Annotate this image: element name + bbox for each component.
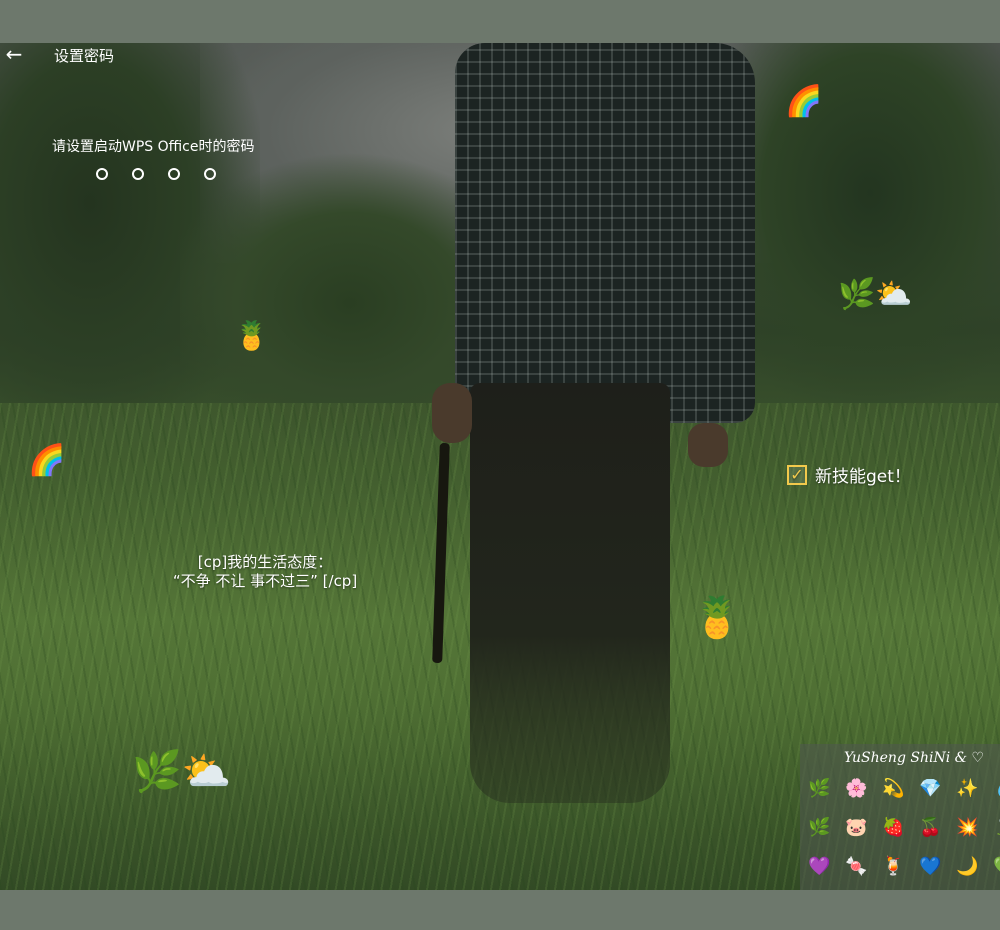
- password-dot: [204, 168, 216, 180]
- emoji-cell: 🌸: [845, 778, 868, 799]
- emoji-cell: 💥: [956, 817, 979, 838]
- bottom-frame: [0, 890, 1000, 930]
- emoji-cell: 🌿: [808, 817, 831, 838]
- leaf-cloud-icon: 🌿⛅: [132, 749, 232, 795]
- emoji-cell: 💧: [993, 778, 1000, 817]
- quote-line: [cp]我的生活态度：: [197, 553, 333, 571]
- emoji-cell: 💫: [882, 778, 905, 799]
- rainbow-icon: 🌈: [785, 84, 823, 119]
- pineapple-icon: 🍍: [234, 319, 269, 352]
- top-frame: [0, 0, 1000, 43]
- password-dots[interactable]: [96, 168, 216, 180]
- emoji-grid: 🌿 🌸 💫 💎 ✨ 💧 🌿 🐷 🍓 🍒 💥 🍃 💜 🍬 🍹 💙 🌙 💚: [808, 778, 1000, 890]
- emoji-cell: 💜: [808, 856, 831, 877]
- back-arrow-icon[interactable]: ←: [2, 44, 26, 66]
- password-dot: [132, 168, 144, 180]
- emoji-cell: 🍬: [845, 856, 868, 877]
- trees-right: [720, 43, 1000, 423]
- emoji-cell: 🌙: [956, 856, 979, 877]
- quote-text: [cp]我的生活态度： “不争 不让 事不过三” [/cp]: [140, 553, 390, 591]
- checkbox-icon: ✓: [787, 464, 807, 485]
- page-title: 设置密码: [54, 47, 115, 65]
- password-prompt: 请设置启动WPS Office时的密码: [52, 139, 255, 155]
- quote-line: “不争 不让 事不过三” [/cp]: [172, 572, 358, 590]
- skill-overlay: ✓ 新技能get！: [787, 462, 911, 487]
- password-dot: [96, 168, 108, 180]
- emoji-cell: 💎: [919, 778, 942, 799]
- emoji-cell: 💚: [993, 856, 1000, 890]
- rainbow-icon: 🌈: [28, 443, 66, 478]
- emoji-cell: 🍃: [993, 817, 1000, 856]
- leaf-cloud-icon: 🌿⛅: [838, 277, 913, 312]
- skill-text: 新技能get！: [815, 467, 911, 487]
- person-pants: [470, 383, 670, 803]
- person-right-hand: [688, 423, 728, 467]
- password-dot: [168, 168, 180, 180]
- emoji-cell: 🍹: [882, 856, 905, 877]
- emoji-cell: 🐷: [845, 817, 868, 838]
- emoji-cell: ✨: [956, 778, 979, 799]
- emoji-panel-header: YuSheng ShiNi & ♡: [844, 750, 985, 766]
- emoji-cell: 🍓: [882, 817, 905, 838]
- emoji-panel: YuSheng ShiNi & ♡ 🌿 🌸 💫 💎 ✨ 💧 🌿 🐷 🍓 🍒 💥 …: [800, 744, 1000, 890]
- person-left-hand: [432, 383, 472, 443]
- emoji-cell: 🌿: [808, 778, 831, 799]
- emoji-cell: 💙: [919, 856, 942, 877]
- emoji-cell: 🍒: [919, 817, 942, 838]
- pineapple-icon: 🍍: [692, 595, 742, 641]
- person-shirt: [455, 43, 755, 423]
